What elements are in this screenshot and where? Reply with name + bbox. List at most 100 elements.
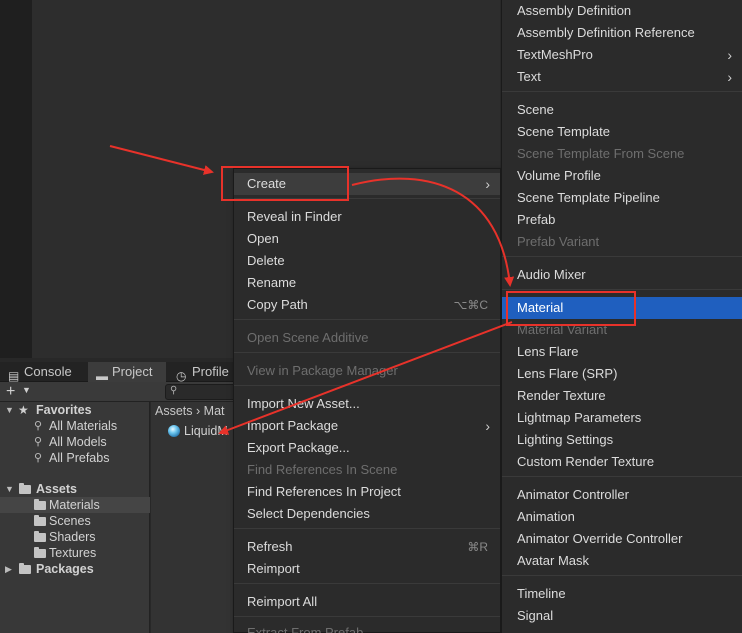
menu-item-textmeshpro[interactable]: TextMeshPro › xyxy=(502,44,742,66)
menu-item-import-new-asset[interactable]: Import New Asset... xyxy=(234,393,500,415)
menu-item-export-package[interactable]: Export Package... xyxy=(234,437,500,459)
create-submenu: Assembly Definition Assembly Definition … xyxy=(501,0,742,633)
menu-item-volume-profile[interactable]: Volume Profile xyxy=(502,165,742,187)
search-icon: ⚲ xyxy=(34,452,43,464)
tree-item-scenes[interactable]: Scenes xyxy=(0,513,150,529)
menu-item-import-package[interactable]: Import Package › xyxy=(234,415,500,437)
menu-separator xyxy=(502,91,742,92)
menu-item-label: Scene xyxy=(517,102,554,117)
menu-item-label: Assembly Definition xyxy=(517,3,632,18)
tab-console[interactable]: ▤ Console xyxy=(0,362,86,383)
breadcrumb-current[interactable]: Mat xyxy=(204,404,225,418)
menu-item-label: Assembly Definition Reference xyxy=(517,25,695,40)
menu-item-label: Reimport xyxy=(247,561,300,576)
menu-item-signal[interactable]: Signal xyxy=(502,605,742,627)
menu-item-reimport[interactable]: Reimport xyxy=(234,558,500,580)
project-tree: ▼ ★ Favorites ⚲ All Materials ⚲ All Mode… xyxy=(0,402,150,633)
tree-item-all-prefabs[interactable]: ⚲ All Prefabs xyxy=(0,450,150,466)
menu-item-rename[interactable]: Rename xyxy=(234,272,500,294)
menu-item-audio-mixer[interactable]: Audio Mixer xyxy=(502,264,742,286)
menu-item-open[interactable]: Open xyxy=(234,228,500,250)
tab-profiler-label: Profile xyxy=(192,364,229,379)
tab-profiler[interactable]: ◷ Profile xyxy=(168,362,238,383)
menu-item-animator-override-controller[interactable]: Animator Override Controller xyxy=(502,528,742,550)
menu-item-material[interactable]: Material xyxy=(502,297,742,319)
tree-item-label: Materials xyxy=(49,498,100,512)
menu-item-prefab[interactable]: Prefab xyxy=(502,209,742,231)
menu-separator xyxy=(502,289,742,290)
menu-item-find-references-in-project[interactable]: Find References In Project xyxy=(234,481,500,503)
tree-item-packages[interactable]: ▶ Packages xyxy=(0,561,150,577)
menu-item-lightmap-parameters[interactable]: Lightmap Parameters xyxy=(502,407,742,429)
tree-item-all-materials[interactable]: ⚲ All Materials xyxy=(0,418,150,434)
menu-item-label: Export Package... xyxy=(247,440,350,455)
menu-item-label: View in Package Manager xyxy=(247,363,398,378)
menu-item-custom-render-texture[interactable]: Custom Render Texture xyxy=(502,451,742,473)
menu-item-timeline[interactable]: Timeline xyxy=(502,583,742,605)
menu-item-animation[interactable]: Animation xyxy=(502,506,742,528)
menu-item-delete[interactable]: Delete xyxy=(234,250,500,272)
menu-item-find-references-in-scene: Find References In Scene xyxy=(234,459,500,481)
menu-separator xyxy=(502,256,742,257)
menu-item-reveal-in-finder[interactable]: Reveal in Finder xyxy=(234,206,500,228)
folder-icon xyxy=(34,499,46,510)
tree-item-favorites[interactable]: ▼ ★ Favorites xyxy=(0,402,150,418)
menu-item-assembly-definition-reference[interactable]: Assembly Definition Reference xyxy=(502,22,742,44)
tree-item-all-models[interactable]: ⚲ All Models xyxy=(0,434,150,450)
folder-icon xyxy=(34,515,46,526)
search-icon: ⚲ xyxy=(170,385,178,396)
menu-separator xyxy=(234,352,500,353)
menu-item-lens-flare[interactable]: Lens Flare xyxy=(502,341,742,363)
menu-item-create[interactable]: Create › xyxy=(234,173,500,195)
menu-item-select-dependencies[interactable]: Select Dependencies xyxy=(234,503,500,525)
menu-item-lighting-settings[interactable]: Lighting Settings xyxy=(502,429,742,451)
tree-item-label: All Materials xyxy=(49,419,118,433)
menu-separator xyxy=(502,476,742,477)
menu-item-material-variant: Material Variant xyxy=(502,319,742,341)
tab-project[interactable]: ▬ Project xyxy=(88,362,166,383)
context-menu: Create › Reveal in Finder Open Delete Re… xyxy=(233,168,501,633)
chevron-right-icon[interactable]: ▶ xyxy=(5,561,12,577)
menu-item-label: Material xyxy=(517,300,564,315)
menu-item-label: Find References In Scene xyxy=(247,462,398,477)
menu-item-assembly-definition[interactable]: Assembly Definition xyxy=(502,0,742,22)
tree-item-materials[interactable]: Materials xyxy=(0,497,150,513)
chevron-right-icon: › xyxy=(485,418,490,434)
menu-item-label: Text xyxy=(517,69,541,84)
menu-item-label: Refresh xyxy=(247,539,293,554)
add-button[interactable]: + xyxy=(6,382,15,402)
menu-item-label: Signal xyxy=(517,608,554,623)
breadcrumb-root[interactable]: Assets xyxy=(155,404,193,418)
menu-item-refresh[interactable]: Refresh ⌘R xyxy=(234,536,500,558)
folder-icon xyxy=(19,483,31,494)
menu-item-avatar-mask[interactable]: Avatar Mask xyxy=(502,550,742,572)
breadcrumb: Assets › Mat xyxy=(155,404,225,418)
chevron-down-icon[interactable]: ▼ xyxy=(5,481,14,497)
tree-item-textures[interactable]: Textures xyxy=(0,545,150,561)
menu-item-text[interactable]: Text › xyxy=(502,66,742,88)
menu-item-label: Custom Render Texture xyxy=(517,454,655,469)
menu-item-label: Lighting Settings xyxy=(517,432,614,447)
menu-item-scene-template-pipeline[interactable]: Scene Template Pipeline xyxy=(502,187,742,209)
menu-item-label: Lens Flare (SRP) xyxy=(517,366,618,381)
tree-item-shaders[interactable]: Shaders xyxy=(0,529,150,545)
menu-item-animator-controller[interactable]: Animator Controller xyxy=(502,484,742,506)
tree-item-label: Shaders xyxy=(49,530,96,544)
chevron-down-icon[interactable]: ▼ xyxy=(22,385,31,395)
menu-item-reimport-all[interactable]: Reimport All xyxy=(234,591,500,613)
asset-item[interactable]: LiquidM xyxy=(168,424,228,438)
menu-item-label: Render Texture xyxy=(517,388,606,403)
shortcut-label: ⌥⌘C xyxy=(453,298,489,312)
menu-item-copy-path[interactable]: Copy Path ⌥⌘C xyxy=(234,294,500,316)
menu-item-scene[interactable]: Scene xyxy=(502,99,742,121)
tree-item-assets[interactable]: ▼ Assets xyxy=(0,481,150,497)
menu-item-render-texture[interactable]: Render Texture xyxy=(502,385,742,407)
menu-item-label: Reimport All xyxy=(247,594,318,609)
menu-item-lens-flare-srp[interactable]: Lens Flare (SRP) xyxy=(502,363,742,385)
menu-separator xyxy=(234,616,500,617)
menu-item-label: Prefab Variant xyxy=(517,234,600,249)
chevron-down-icon[interactable]: ▼ xyxy=(5,402,14,418)
menu-item-scene-template[interactable]: Scene Template xyxy=(502,121,742,143)
menu-item-scene-template-from-scene: Scene Template From Scene xyxy=(502,143,742,165)
menu-item-label: Material Variant xyxy=(517,322,608,337)
